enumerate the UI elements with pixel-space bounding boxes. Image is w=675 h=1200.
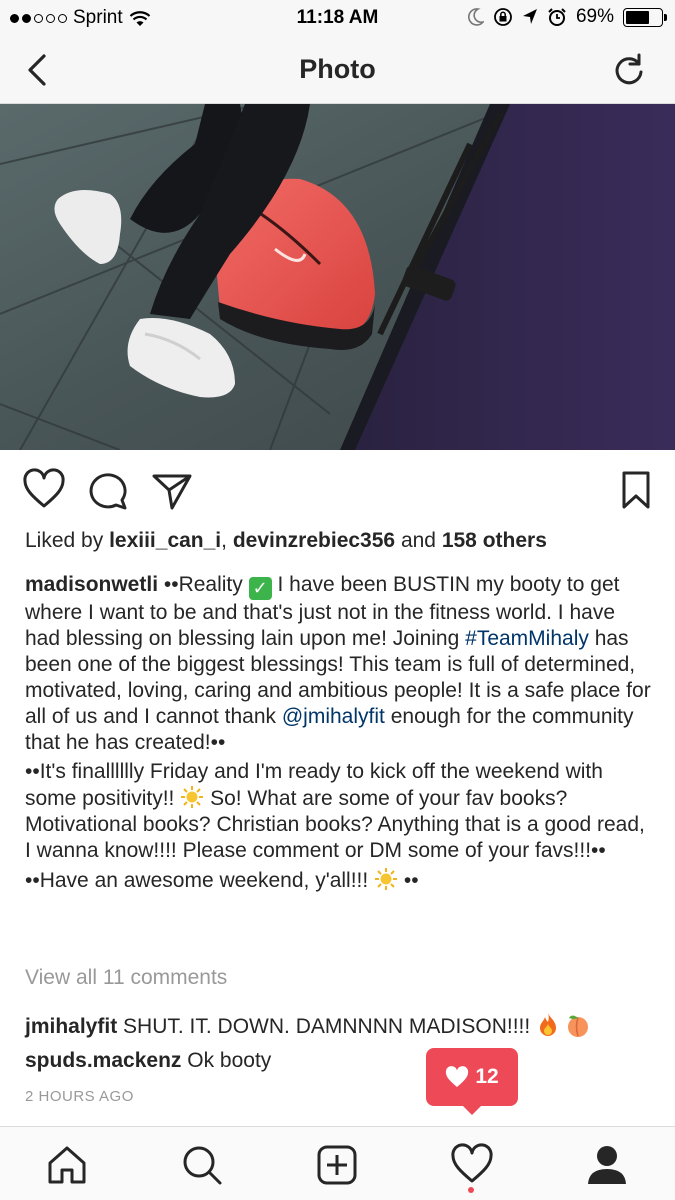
comment-username[interactable]: spuds.mackenz [25, 1049, 181, 1072]
add-post-icon [317, 1145, 357, 1185]
tab-profile[interactable] [585, 1143, 629, 1187]
notification-pointer [461, 1104, 483, 1115]
tab-bar [0, 1126, 675, 1200]
nav-bar: Photo [0, 36, 675, 104]
post-actions [0, 468, 675, 512]
status-icons: 69% [468, 6, 667, 28]
refresh-button[interactable] [609, 50, 649, 90]
profile-icon [588, 1146, 626, 1184]
comment-text: Ok booty [187, 1049, 272, 1072]
heart-icon [23, 468, 65, 508]
liker-username[interactable]: lexiii_can_i [109, 529, 221, 552]
caption-username[interactable]: madisonwetli [25, 573, 158, 596]
peach-emoji-icon [567, 1015, 588, 1037]
tab-home[interactable] [45, 1143, 89, 1187]
search-icon [183, 1146, 222, 1185]
sun-emoji-icon [375, 868, 398, 890]
sun-emoji-icon [181, 786, 204, 808]
check-mark-emoji-icon: ✓ [248, 577, 272, 600]
battery-icon [623, 7, 667, 27]
likes-summary: Liked by lexiii_can_i, devinzrebiec356 a… [25, 529, 547, 552]
tab-activity[interactable] [450, 1143, 494, 1187]
comment-item: spuds.mackenz Ok booty [25, 1049, 271, 1073]
heart-icon [451, 1143, 493, 1183]
refresh-icon [615, 53, 643, 85]
mention-link[interactable]: @jmihalyfit [282, 705, 385, 728]
like-button[interactable] [22, 468, 66, 512]
hashtag-link[interactable]: #TeamMihaly [465, 627, 589, 650]
post-caption: madisonwetli ••Reality ✓ I have been BUS… [25, 573, 651, 892]
comment-text: SHUT. IT. DOWN. DAMNNNN MADISON!!!! [123, 1015, 531, 1038]
post-photo[interactable] [0, 104, 675, 450]
comment-bubble-icon [89, 473, 127, 510]
moon-icon [468, 8, 484, 26]
comment-button[interactable] [86, 468, 130, 512]
home-icon [48, 1146, 86, 1184]
fire-emoji-icon [540, 1013, 557, 1036]
page-title: Photo [299, 54, 376, 84]
heart-filled-icon [446, 1066, 469, 1087]
comment-username[interactable]: jmihalyfit [25, 1015, 117, 1038]
bookmark-icon [622, 471, 650, 509]
notification-count: 12 [475, 1065, 499, 1088]
share-button[interactable] [150, 468, 194, 512]
tab-search[interactable] [180, 1143, 224, 1187]
liker-username[interactable]: devinzrebiec356 [233, 529, 395, 552]
comment-item: jmihalyfit SHUT. IT. DOWN. DAMNNNN MADIS… [25, 1012, 590, 1039]
status-bar: Sprint 11:18 AM 69% [0, 0, 675, 36]
alarm-icon [548, 8, 566, 26]
post-timestamp: 2 HOURS AGO [25, 1088, 134, 1105]
battery-percent: 69% [575, 6, 614, 27]
view-all-comments-link[interactable]: View all 11 comments [25, 966, 227, 990]
tab-new-post[interactable] [315, 1143, 359, 1187]
orientation-lock-icon [494, 8, 512, 26]
save-button[interactable] [616, 468, 660, 512]
activity-notification-badge[interactable]: 12 [426, 1048, 518, 1106]
send-icon [152, 474, 192, 510]
likes-others-link[interactable]: 158 others [442, 529, 547, 552]
location-arrow-icon [522, 9, 537, 24]
activity-indicator-dot [468, 1187, 474, 1193]
